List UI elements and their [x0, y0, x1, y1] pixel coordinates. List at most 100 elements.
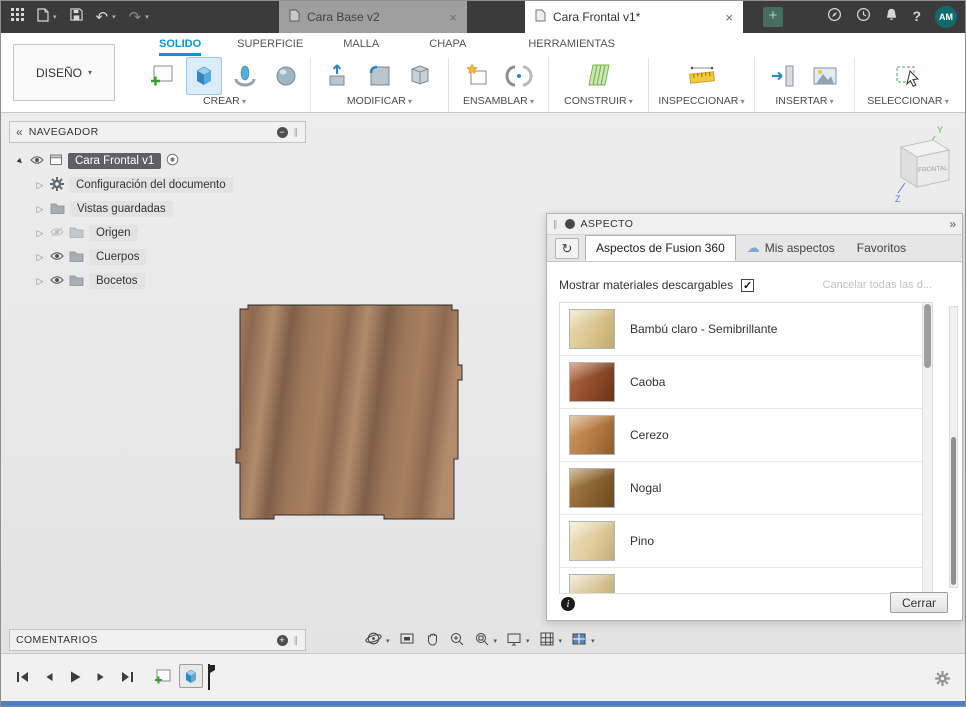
viewports-caret-icon[interactable]: ▾ — [591, 637, 595, 645]
undo-icon[interactable] — [96, 8, 109, 27]
save-icon[interactable] — [69, 8, 83, 26]
tab-superficie[interactable]: SUPERFICIE — [237, 36, 303, 56]
new-tab-button[interactable]: + — [763, 7, 783, 27]
redo-icon[interactable] — [129, 8, 142, 27]
dialog-scrollbar[interactable] — [949, 306, 958, 588]
file-menu-icon[interactable] — [37, 7, 49, 27]
expand-icon[interactable]: ▸ — [13, 154, 28, 169]
sphere-icon[interactable] — [268, 57, 304, 95]
close-tab-icon[interactable]: × — [725, 10, 733, 25]
material-row[interactable]: Pino — [560, 515, 932, 568]
fit-caret-icon[interactable]: ▾ — [494, 637, 498, 645]
fit-view-icon[interactable] — [474, 631, 490, 652]
visibility-eye-icon[interactable] — [50, 251, 64, 264]
workspace-selector[interactable]: DISEÑO — [13, 44, 115, 101]
visibility-eye-icon[interactable] — [30, 155, 44, 168]
extrude-feature-icon[interactable] — [179, 664, 203, 688]
group-label-ensamblar[interactable]: ENSAMBLAR — [463, 95, 534, 112]
group-label-seleccionar[interactable]: SELECCIONAR — [867, 95, 949, 112]
fillet-icon[interactable] — [362, 57, 398, 95]
help-icon[interactable] — [912, 8, 921, 26]
expand-icon[interactable]: ▷ — [35, 180, 45, 191]
panel-grip-icon[interactable]: ∥ — [294, 127, 300, 138]
look-at-icon[interactable] — [399, 631, 415, 652]
pan-hand-icon[interactable] — [424, 631, 440, 652]
press-pull-icon[interactable] — [321, 57, 357, 95]
tree-item-label[interactable]: Cuerpos — [89, 249, 147, 265]
grid-settings-icon[interactable] — [539, 631, 555, 652]
collapse-panel-icon[interactable] — [16, 125, 23, 139]
visibility-eye-icon[interactable] — [50, 275, 64, 288]
material-row[interactable]: Nogal — [560, 462, 932, 515]
panel-grip-icon[interactable]: ∥ — [294, 635, 300, 646]
material-row[interactable]: Bambú claro - Semibrillante — [560, 303, 932, 356]
viewports-icon[interactable] — [571, 631, 587, 652]
close-button[interactable]: Cerrar — [890, 592, 948, 613]
joint-icon[interactable] — [501, 57, 537, 95]
display-settings-icon[interactable] — [506, 631, 522, 652]
extrude-icon[interactable] — [186, 57, 222, 95]
play-icon[interactable] — [67, 669, 83, 690]
go-to-start-icon[interactable] — [15, 669, 31, 690]
close-tab-icon[interactable]: × — [449, 10, 457, 25]
expand-icon[interactable]: ▷ — [35, 252, 45, 263]
doc-tab-cara-frontal[interactable]: Cara Frontal v1* × — [525, 1, 743, 33]
history-clock-icon[interactable] — [856, 7, 871, 27]
material-row[interactable]: Caoba — [560, 356, 932, 409]
select-icon[interactable] — [890, 57, 926, 95]
refresh-icon[interactable] — [555, 238, 579, 259]
group-label-crear[interactable]: CREAR — [203, 95, 246, 112]
viewcube[interactable]: Y FRONTAL Z — [871, 123, 955, 207]
cancel-downloads-link[interactable]: Cancelar todas las d... — [823, 279, 932, 291]
tree-item-label[interactable]: Configuración del documento — [69, 177, 233, 193]
visibility-eye-off-icon[interactable] — [50, 227, 64, 240]
zoom-icon[interactable] — [449, 631, 465, 652]
tab-fusion-aspects[interactable]: Aspectos de Fusion 360 — [585, 235, 736, 261]
orbit-caret-icon[interactable]: ▾ — [386, 637, 390, 645]
tab-chapa[interactable]: CHAPA — [429, 36, 466, 56]
expand-icon[interactable]: ▷ — [35, 204, 45, 215]
group-label-construir[interactable]: CONSTRUIR — [564, 95, 633, 112]
sketch-feature-icon[interactable] — [151, 664, 175, 688]
shell-icon[interactable] — [403, 57, 439, 95]
dock-panel-icon[interactable] — [949, 217, 956, 231]
panel-minimize-icon[interactable]: − — [276, 126, 288, 138]
tab-herramientas[interactable]: HERRAMIENTAS — [528, 36, 615, 56]
step-forward-icon[interactable] — [94, 669, 108, 690]
group-label-inspeccionar[interactable]: INSPECCIONAR — [658, 95, 744, 112]
info-icon[interactable] — [561, 597, 575, 611]
doc-tab-cara-base[interactable]: Cara Base v2 × — [279, 1, 467, 33]
tree-item-label[interactable]: Origen — [89, 225, 138, 241]
expand-icon[interactable]: ▷ — [35, 276, 45, 287]
insert-image-icon[interactable] — [807, 57, 843, 95]
wood-body[interactable] — [234, 303, 464, 523]
redo-caret-icon[interactable]: ▾ — [145, 13, 149, 21]
list-scrollbar[interactable] — [922, 303, 932, 593]
list-scrollbar-thumb[interactable] — [924, 304, 931, 368]
tab-malla[interactable]: MALLA — [343, 36, 379, 56]
tab-my-aspects[interactable]: Mis aspectos — [736, 235, 846, 261]
orbit-icon[interactable] — [365, 630, 382, 652]
show-downloadable-checkbox[interactable] — [741, 278, 755, 292]
revolve-icon[interactable] — [227, 57, 263, 95]
activate-component-icon[interactable] — [166, 153, 179, 169]
app-grid-icon[interactable] — [11, 8, 24, 26]
tab-favorites[interactable]: Favoritos — [846, 235, 917, 261]
dialog-scrollbar-thumb[interactable] — [951, 437, 956, 585]
expand-icon[interactable]: ▷ — [35, 228, 45, 239]
group-label-insertar[interactable]: INSERTAR — [775, 95, 833, 112]
create-sketch-icon[interactable] — [145, 57, 181, 95]
timeline-marker[interactable] — [207, 664, 216, 695]
step-back-icon[interactable] — [42, 669, 56, 690]
tree-item-label[interactable]: Bocetos — [89, 273, 145, 289]
avatar[interactable]: AM — [935, 6, 957, 28]
job-status-icon[interactable] — [827, 7, 842, 27]
dialog-grip-icon[interactable]: ∥ — [553, 219, 559, 230]
grid-caret-icon[interactable]: ▾ — [559, 637, 563, 645]
notifications-bell-icon[interactable] — [885, 7, 898, 27]
tab-solido[interactable]: SOLIDO — [159, 36, 202, 56]
timeline-settings-gear-icon[interactable] — [934, 670, 951, 692]
group-label-modificar[interactable]: MODIFICAR — [347, 95, 412, 112]
measure-icon[interactable] — [684, 57, 720, 95]
go-to-end-icon[interactable] — [119, 669, 135, 690]
